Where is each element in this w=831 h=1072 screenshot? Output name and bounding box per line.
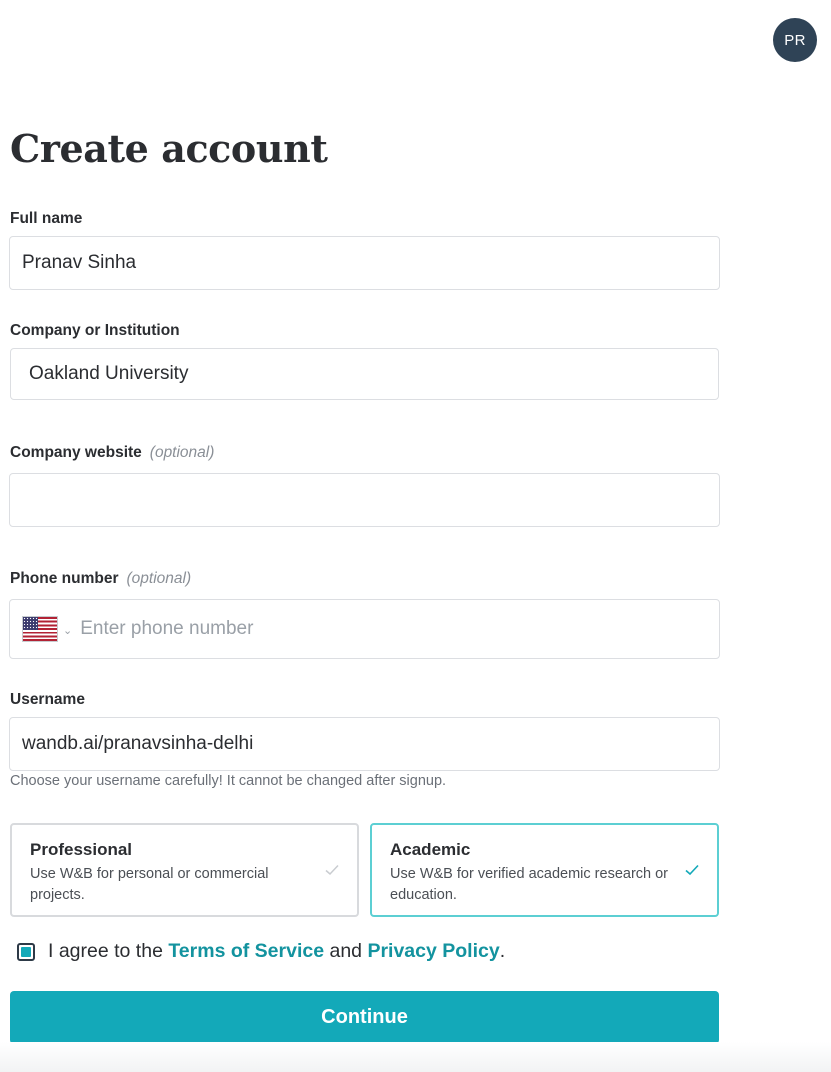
phone-number-label: Phone number (optional)	[10, 570, 191, 588]
optional-tag: (optional)	[126, 570, 192, 587]
chevron-down-icon: ⌄	[63, 624, 73, 637]
company-label: Company or Institution	[10, 322, 180, 339]
agree-suffix: .	[499, 940, 506, 962]
username-field-wrapper	[9, 717, 720, 771]
bottom-fade	[0, 1042, 831, 1072]
phone-number-input[interactable]	[72, 618, 719, 640]
company-field-wrapper	[10, 348, 719, 400]
country-selector[interactable]: ⌄	[22, 616, 72, 642]
card-description: Use W&B for verified academic research o…	[390, 866, 669, 903]
agree-prefix: I agree to the	[48, 940, 163, 962]
optional-tag: (optional)	[149, 444, 215, 461]
full-name-input[interactable]	[10, 252, 719, 274]
full-name-label: Full name	[10, 210, 83, 227]
phone-number-label-text: Phone number	[10, 570, 119, 587]
username-help-text: Choose your username carefully! It canno…	[10, 773, 447, 789]
agree-checkbox[interactable]	[17, 942, 35, 961]
agree-middle: and	[329, 940, 363, 962]
company-website-label-text: Company website	[10, 444, 142, 461]
checkmark-icon	[325, 864, 339, 876]
username-label: Username	[10, 691, 85, 708]
user-avatar[interactable]: PR	[773, 18, 817, 62]
phone-field-wrapper: ⌄	[9, 599, 720, 659]
card-title: Professional	[30, 840, 133, 859]
terms-of-service-link[interactable]: Terms of Service	[168, 940, 324, 963]
page-title: Create account	[10, 126, 328, 171]
account-type-professional[interactable]: Professional Use W&B for personal or com…	[10, 823, 359, 917]
checkmark-icon	[685, 864, 699, 876]
terms-agreement: I agree to the Terms of Service and Priv…	[17, 940, 505, 963]
account-type-academic[interactable]: Academic Use W&B for verified academic r…	[370, 823, 719, 917]
company-input[interactable]	[11, 363, 718, 385]
company-website-input[interactable]	[10, 489, 719, 511]
website-field-wrapper	[9, 473, 720, 527]
company-website-label: Company website (optional)	[10, 444, 214, 462]
card-title: Academic	[390, 840, 471, 859]
privacy-policy-link[interactable]: Privacy Policy	[367, 940, 499, 963]
username-input[interactable]	[10, 733, 719, 755]
card-description: Use W&B for personal or commercial proje…	[30, 866, 269, 903]
full-name-field-wrapper	[9, 236, 720, 290]
continue-button[interactable]: Continue	[10, 991, 719, 1044]
us-flag-icon	[22, 616, 58, 642]
